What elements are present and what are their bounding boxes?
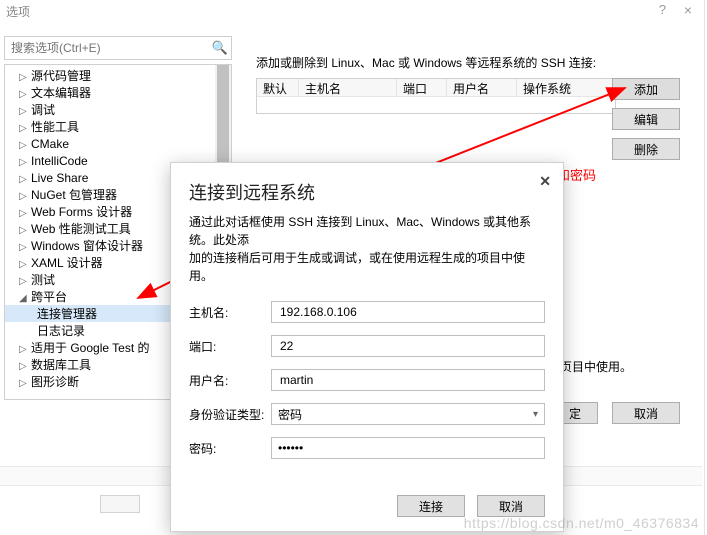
dialog-description: 通过此对话框使用 SSH 连接到 Linux、Mac、Windows 或其他系统… — [171, 209, 563, 291]
add-button[interactable]: 添加 — [612, 78, 680, 100]
port-input[interactable] — [278, 338, 538, 354]
label-auth: 身份验证类型: — [189, 406, 271, 423]
col-port[interactable]: 端口 — [397, 79, 447, 96]
connect-button[interactable]: 连接 — [397, 495, 465, 517]
auth-select[interactable]: 密码▾ — [271, 403, 545, 425]
label-host: 主机名: — [189, 304, 271, 321]
user-input[interactable] — [278, 372, 538, 388]
connect-dialog: 连接到远程系统 ✕ 通过此对话框使用 SSH 连接到 Linux、Mac、Win… — [170, 162, 564, 532]
edit-button[interactable]: 编辑 — [612, 108, 680, 130]
pane-description: 添加或删除到 Linux、Mac 或 Windows 等远程系统的 SSH 连接… — [256, 54, 596, 71]
right-buttons: 添加 编辑 删除 — [612, 78, 680, 160]
label-user: 用户名: — [189, 372, 271, 389]
tree-item[interactable]: ▷CMake — [5, 135, 231, 152]
host-field[interactable] — [271, 301, 545, 323]
host-input[interactable] — [278, 304, 538, 320]
col-host[interactable]: 主机名 — [299, 79, 397, 96]
watermark: https://blog.csdn.net/m0_46376834 — [464, 515, 699, 531]
right-border — [704, 0, 705, 535]
user-field[interactable] — [271, 369, 545, 391]
search-input-wrap[interactable]: 🔍 — [4, 36, 232, 60]
dialog-title: 连接到远程系统 ✕ — [171, 163, 563, 209]
window-title: 选项 — [6, 3, 30, 20]
tree-item[interactable]: ▷性能工具 — [5, 118, 231, 135]
close-icon[interactable]: × — [684, 2, 692, 18]
port-field[interactable] — [271, 335, 545, 357]
tree-item[interactable]: ▷调试 — [5, 101, 231, 118]
dialog-form: 主机名: 端口: 用户名: 身份验证类型: 密码▾ 密码: •••••• — [171, 291, 563, 469]
pass-input[interactable]: •••••• — [278, 441, 303, 455]
pass-field[interactable]: •••••• — [271, 437, 545, 459]
chevron-down-icon[interactable]: ▾ — [533, 409, 538, 420]
dialog-cancel-button[interactable]: 取消 — [477, 495, 545, 517]
label-port: 端口: — [189, 338, 271, 355]
help-icon[interactable]: ? — [659, 2, 666, 17]
connections-table: 默认 主机名 端口 用户名 操作系统 — [256, 78, 616, 114]
bottom-tab[interactable] — [100, 495, 140, 513]
dialog-buttons: 连接 取消 — [397, 495, 545, 517]
cancel-button[interactable]: 取消 — [612, 402, 680, 424]
delete-button[interactable]: 删除 — [612, 138, 680, 160]
search-icon[interactable]: 🔍 — [209, 40, 231, 56]
col-default[interactable]: 默认 — [257, 79, 299, 96]
options-ok-cancel: 定 取消 — [552, 402, 680, 424]
dialog-close-icon[interactable]: ✕ — [539, 173, 551, 190]
label-pass: 密码: — [189, 440, 271, 457]
col-os[interactable]: 操作系统 — [517, 79, 615, 96]
col-user[interactable]: 用户名 — [447, 79, 517, 96]
tree-item[interactable]: ▷文本编辑器 — [5, 84, 231, 101]
search-input[interactable] — [5, 38, 209, 58]
titlebar: 选项 ? × — [0, 0, 702, 22]
tree-item[interactable]: ▷源代码管理 — [5, 67, 231, 84]
truncated-text: 页目中使用。 — [560, 358, 632, 375]
